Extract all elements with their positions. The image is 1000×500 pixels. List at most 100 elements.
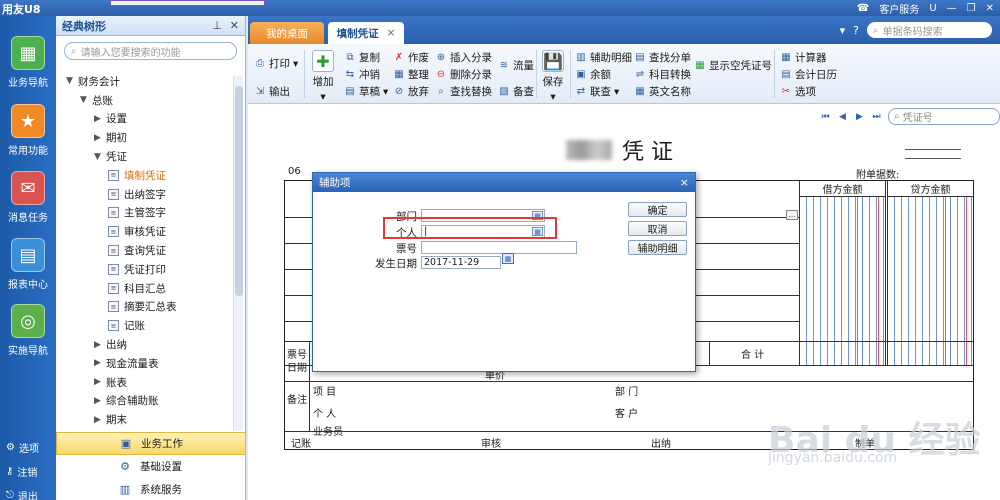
help-icon[interactable]: ? (853, 24, 859, 37)
minimize-icon[interactable]: — (947, 3, 957, 14)
add-button[interactable]: ✚ 增加 ▾ (312, 50, 334, 103)
calendar-button[interactable]: ▤ 会计日历 (780, 67, 837, 82)
restore-icon[interactable]: ❐ (967, 3, 976, 14)
rail-reports[interactable]: ▤ 报表中心 (0, 238, 56, 291)
tree-close-icon[interactable]: ✕ (230, 19, 239, 32)
expand-right-icon[interactable]: ▶ (94, 114, 106, 124)
voucher-search-input[interactable]: ⌕ 凭证号 (888, 108, 1000, 125)
expand-right-icon[interactable]: ▶ (94, 377, 106, 387)
discard-button[interactable]: ⊘ 放弃 (393, 84, 429, 99)
english-name-button[interactable]: ▦ 英文名称 (634, 84, 691, 99)
scroll-thumb[interactable] (235, 86, 243, 296)
tree-node[interactable]: ≡ 出纳签字 (56, 185, 232, 204)
rail-logout[interactable]: ⚷ 注销 (6, 464, 37, 479)
prev-record-icon[interactable]: ◀ (837, 111, 848, 122)
tree-node[interactable]: ▶ 现金流量表 (56, 354, 232, 373)
find-entry-button[interactable]: ▤ 查找分单 (634, 50, 691, 65)
tree-node-label: 期末 (106, 414, 127, 427)
draft-button[interactable]: ▤ 草稿 ▾ (344, 84, 388, 99)
tree-node[interactable]: ≡ 主管签字 (56, 204, 232, 223)
key-icon: ⚷ (6, 466, 14, 477)
tree-node[interactable]: ▶ 出纳 (56, 335, 232, 354)
tree-node[interactable]: ▼ 凭证 (56, 147, 232, 166)
tab-close-icon[interactable]: × (387, 27, 396, 39)
void-button[interactable]: ✗ 作废 (393, 50, 429, 65)
ellipsis-button[interactable]: … (786, 210, 798, 220)
rail-implementation[interactable]: ◎ 实施导航 (0, 304, 56, 357)
tree-node[interactable]: ≡ 记账 (56, 316, 232, 335)
expand-right-icon[interactable]: ▶ (94, 133, 106, 143)
expand-right-icon[interactable]: ▶ (94, 415, 106, 425)
last-record-icon[interactable]: ⏭ (871, 111, 882, 122)
rail-options[interactable]: ⚙ 选项 (6, 440, 39, 455)
rail-messages[interactable]: ✉ 消息任务 (0, 171, 56, 224)
expand-down-icon[interactable]: ▼ (66, 76, 78, 86)
rail-common[interactable]: ★ 常用功能 (0, 104, 56, 157)
dialog-close-icon[interactable]: × (680, 176, 689, 189)
tree-node[interactable]: ▶ 账表 (56, 373, 232, 392)
tree-node[interactable]: ▼ 财务会计 (56, 72, 232, 91)
insert-entry-button[interactable]: ⊕ 插入分录 (435, 50, 492, 65)
expand-right-icon[interactable]: ▶ (94, 358, 106, 368)
tab-voucher-entry[interactable]: 填制凭证 × (328, 22, 404, 44)
memo-button[interactable]: ▧ 备查 (498, 84, 534, 99)
next-record-icon[interactable]: ▶ (854, 111, 865, 122)
cancel-button[interactable]: 取消 (628, 221, 687, 236)
copy-button[interactable]: ⧉ 复制 (344, 50, 380, 65)
barcode-search-input[interactable]: ⌕ 单据条码搜索 (867, 22, 992, 38)
flow-button[interactable]: ≋ 流量 (498, 58, 534, 73)
debit-amount-column[interactable] (799, 197, 885, 365)
balance-button[interactable]: ▣ 余额 (575, 67, 611, 82)
u-menu[interactable]: U (929, 3, 936, 14)
tree-node[interactable]: ▶ 期末 (56, 410, 232, 429)
pin-icon[interactable]: ⊥ (212, 19, 222, 32)
footer-business-work[interactable]: ▣ 业务工作 (56, 432, 246, 455)
customer-service-link[interactable]: 客户服务 (879, 1, 919, 16)
organize-button[interactable]: ▦ 整理 (393, 67, 429, 82)
draft-icon: ▤ (345, 86, 355, 97)
expand-down-icon[interactable]: ▼ (94, 152, 106, 162)
options-button[interactable]: ✂ 选项 (780, 84, 816, 99)
expand-down-icon[interactable]: ▼ (80, 95, 92, 105)
tree-node[interactable]: ▶ 综合辅助账 (56, 392, 232, 411)
tree-node[interactable]: ▶ 设置 (56, 110, 232, 129)
tree-scrollbar[interactable] (233, 76, 243, 431)
expand-right-icon[interactable]: ▶ (94, 340, 106, 350)
tree-node[interactable]: ≡ 审核凭证 (56, 222, 232, 241)
tree-node[interactable]: ≡ 科目汇总 (56, 279, 232, 298)
footer-system-service[interactable]: ▥ 系统服务 (56, 478, 246, 500)
save-button[interactable]: 💾 保存 ▾ (542, 50, 564, 103)
tree-search-input[interactable]: ⌕ 请输入您要搜索的功能 (64, 42, 237, 60)
print-button[interactable]: ⎙ 打印 ▾ (254, 56, 298, 71)
rail-exit[interactable]: ⎋ 退出 (6, 488, 38, 500)
link-query-button[interactable]: ⇄ 联查 ▾ (575, 84, 619, 99)
tree-node[interactable]: ▶ 期初 (56, 128, 232, 147)
show-empty-voucher-button[interactable]: ▦ 显示空凭证号 (694, 58, 772, 73)
red-reverse-button[interactable]: ⇆ 冲销 (344, 67, 380, 82)
date-input[interactable]: 2017-11-29 (421, 256, 501, 269)
aux-detail-button[interactable]: ▥ 辅助明细 (575, 50, 632, 65)
tree-node[interactable]: ≡ 填制凭证 (56, 166, 232, 185)
aux-detail-dialog-button[interactable]: 辅助明细 (628, 240, 687, 255)
ok-button[interactable]: 确定 (628, 202, 687, 217)
tree-node[interactable]: ▼ 总账 (56, 91, 232, 110)
calendar-icon[interactable]: ▦ (502, 253, 514, 264)
output-button[interactable]: ⇲ 输出 (254, 84, 290, 99)
delete-entry-button[interactable]: ⊖ 删除分录 (435, 67, 492, 82)
ticket-input[interactable] (421, 241, 577, 254)
tab-menu-icon[interactable]: ▾ (840, 24, 846, 37)
find-replace-button[interactable]: ⌕ 查找替换 (435, 84, 492, 99)
tree-node[interactable]: ≡ 查询凭证 (56, 241, 232, 260)
close-icon[interactable]: ✕ (986, 3, 994, 14)
footer-basic-settings[interactable]: ⚙ 基础设置 (56, 455, 246, 478)
tab-home[interactable]: 我的桌面 (250, 22, 324, 44)
expand-right-icon[interactable]: ▶ (94, 396, 106, 406)
tree-node[interactable]: ≡ 凭证打印 (56, 260, 232, 279)
first-record-icon[interactable]: ⏮ (820, 111, 831, 122)
credit-amount-column[interactable] (887, 197, 973, 365)
calculator-button[interactable]: ▦ 计算器 (780, 50, 826, 65)
rail-business-nav[interactable]: ▦ 业务导航 (0, 36, 56, 89)
customer-service-icon[interactable]: ☎ (857, 3, 869, 14)
subject-convert-button[interactable]: ⇌ 科目转换 (634, 67, 691, 82)
tree-node[interactable]: ≡ 摘要汇总表 (56, 298, 232, 317)
